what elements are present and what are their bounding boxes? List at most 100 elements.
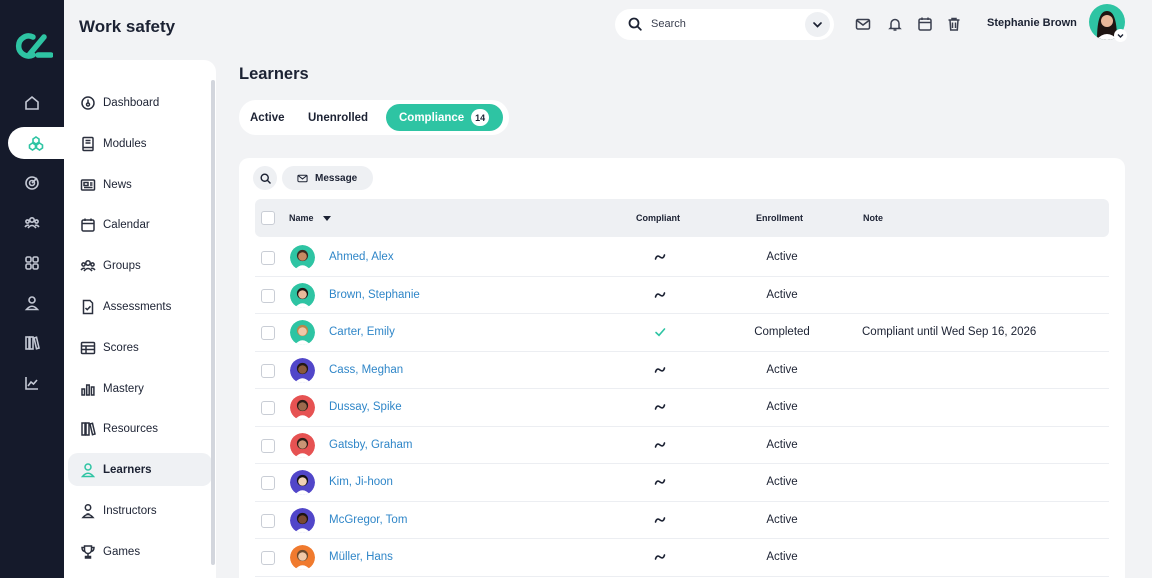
- bell-icon[interactable]: [887, 16, 903, 32]
- table-row[interactable]: Müller, Hans Active: [255, 539, 1109, 577]
- gauge-icon: [80, 95, 96, 111]
- sidebar-item-label: Calendar: [103, 218, 150, 231]
- check-icon: [655, 328, 666, 337]
- sidebar-item-games[interactable]: Games: [68, 535, 212, 568]
- sidebar-item-modules[interactable]: Modules: [68, 127, 212, 160]
- learner-name-link[interactable]: McGregor, Tom: [329, 514, 407, 526]
- message-button[interactable]: Message: [282, 166, 373, 190]
- app-logo[interactable]: [11, 31, 53, 61]
- learner-name-link[interactable]: Müller, Hans: [329, 551, 393, 563]
- row-checkbox[interactable]: [261, 438, 275, 453]
- compliance-note: Compliant until Wed Sep 16, 2026: [862, 326, 1037, 338]
- row-checkbox[interactable]: [261, 551, 275, 565]
- learner-name-link[interactable]: Ahmed, Alex: [329, 251, 394, 263]
- approx-icon: [654, 554, 666, 560]
- enrollment-status: Active: [766, 363, 798, 376]
- calendar-icon[interactable]: [917, 16, 933, 32]
- learner-tabs: Active Unenrolled Compliance 14: [239, 100, 509, 135]
- tab-active[interactable]: Active: [250, 104, 285, 131]
- table-search-button[interactable]: [253, 166, 277, 190]
- sidebar-item-label: Games: [103, 545, 141, 558]
- app-rail: [0, 0, 64, 578]
- tab-compliance[interactable]: Compliance 14: [386, 104, 504, 131]
- rail-home-icon[interactable]: [0, 87, 64, 119]
- learner-name-link[interactable]: Dussay, Spike: [329, 401, 402, 413]
- column-header-name[interactable]: Name: [289, 213, 314, 223]
- sidebar-item-mastery[interactable]: Mastery: [68, 372, 212, 405]
- sidebar-item-instructors[interactable]: Instructors: [68, 494, 212, 527]
- sidebar-item-assessments[interactable]: Assessments: [68, 290, 212, 323]
- sidebar-item-learners[interactable]: Learners: [68, 453, 212, 486]
- table-row[interactable]: Brown, Stephanie Active: [255, 277, 1109, 314]
- learner-name-link[interactable]: Gatsby, Graham: [329, 439, 413, 451]
- sidebar-scrollbar[interactable]: [211, 80, 215, 565]
- select-all-checkbox[interactable]: [261, 211, 275, 225]
- avatar[interactable]: [290, 395, 315, 420]
- learner-name-link[interactable]: Cass, Meghan: [329, 364, 403, 376]
- row-checkbox[interactable]: [261, 326, 275, 340]
- search-bar[interactable]: Search: [615, 9, 834, 40]
- sidebar-item-dashboard[interactable]: Dashboard: [68, 86, 212, 119]
- search-dropdown-button[interactable]: [805, 12, 830, 37]
- rail-cubes-icon[interactable]: [8, 127, 64, 159]
- sidebar-item-resources[interactable]: Resources: [68, 412, 212, 445]
- sort-down-icon[interactable]: [323, 216, 331, 221]
- avatar[interactable]: [290, 432, 315, 458]
- row-checkbox[interactable]: [261, 288, 275, 303]
- learner-name-link[interactable]: Brown, Stephanie: [329, 289, 420, 301]
- approx-icon: [654, 291, 666, 298]
- table-row[interactable]: Gatsby, Graham Active: [255, 427, 1109, 464]
- avatar[interactable]: [290, 245, 315, 270]
- sidebar-item-groups[interactable]: Groups: [68, 249, 212, 282]
- sidebar-item-label: Learners: [103, 463, 152, 476]
- learner-name-link[interactable]: Carter, Emily: [329, 326, 395, 338]
- table-row[interactable]: McGregor, Tom Active: [255, 502, 1109, 539]
- rail-target-icon[interactable]: [0, 167, 64, 199]
- learner-name-link[interactable]: Kim, Ji-hoon: [329, 476, 393, 488]
- approx-icon: [654, 479, 666, 485]
- user-name[interactable]: Stephanie Brown: [987, 17, 1077, 29]
- avatar[interactable]: [290, 320, 315, 345]
- table-row[interactable]: Carter, Emily Completed Compliant until We…: [255, 314, 1109, 352]
- avatar[interactable]: [290, 545, 315, 570]
- enrollment-status: Active: [766, 551, 798, 563]
- row-checkbox[interactable]: [261, 476, 275, 490]
- avatar[interactable]: [290, 470, 315, 495]
- trash-icon[interactable]: [946, 16, 962, 32]
- sidebar-item-calendar[interactable]: Calendar: [68, 208, 212, 241]
- sidebar-item-news[interactable]: News: [68, 168, 212, 201]
- row-checkbox[interactable]: [261, 251, 275, 265]
- column-header-compliant[interactable]: Compliant: [636, 213, 680, 223]
- rail-user-icon[interactable]: [0, 287, 64, 319]
- page-title: Learners: [239, 65, 309, 83]
- avatar[interactable]: [290, 357, 315, 383]
- tab-unenrolled[interactable]: Unenrolled: [308, 104, 368, 131]
- rail-users-icon[interactable]: [0, 207, 64, 239]
- rail-chart-icon[interactable]: [0, 367, 64, 399]
- approx-icon: [654, 404, 666, 410]
- rail-grid-icon[interactable]: [0, 247, 64, 279]
- avatar[interactable]: [290, 282, 315, 308]
- mail-icon[interactable]: [855, 16, 871, 32]
- row-checkbox[interactable]: [261, 401, 275, 415]
- sidebar-item-label: Dashboard: [103, 96, 160, 109]
- avatar[interactable]: [290, 507, 315, 533]
- search-placeholder[interactable]: Search: [651, 18, 686, 30]
- enrollment-status: Active: [766, 251, 798, 263]
- search-icon: [628, 17, 642, 31]
- table-row[interactable]: Kim, Ji-hoon Active: [255, 464, 1109, 502]
- row-checkbox[interactable]: [261, 363, 275, 378]
- table-row[interactable]: Ahmed, Alex Active: [255, 239, 1109, 277]
- table-row[interactable]: Cass, Meghan Active: [255, 352, 1109, 389]
- column-header-note[interactable]: Note: [863, 213, 883, 223]
- table-row[interactable]: Dussay, Spike Active: [255, 389, 1109, 427]
- enrollment-status: Completed: [754, 326, 810, 338]
- sidebar-item-scores[interactable]: Scores: [68, 331, 212, 364]
- user-menu-chevron-icon[interactable]: [1114, 29, 1127, 42]
- mail-icon: [297, 174, 308, 182]
- bars-icon: [80, 381, 96, 397]
- approx-icon: [654, 366, 666, 373]
- row-checkbox[interactable]: [261, 513, 275, 528]
- column-header-enrollment[interactable]: Enrollment: [756, 213, 803, 223]
- rail-library-icon[interactable]: [0, 327, 64, 359]
